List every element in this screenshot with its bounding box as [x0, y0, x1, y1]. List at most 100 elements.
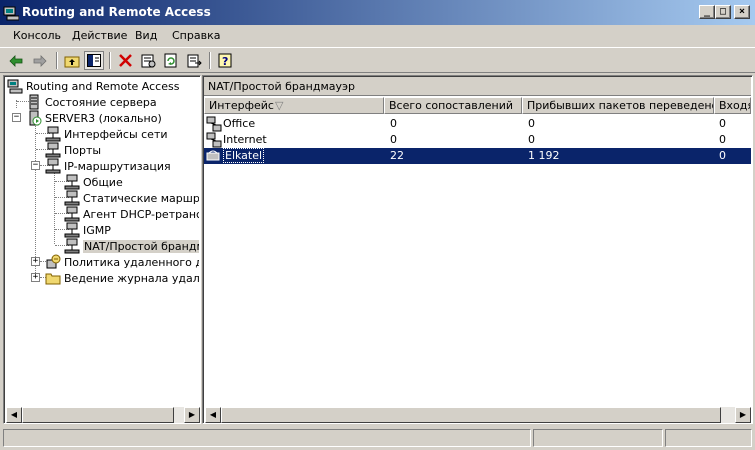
server-running-icon: [29, 110, 42, 126]
title-bar[interactable]: Routing and Remote Access _ □ ×: [0, 0, 755, 25]
up-level-button[interactable]: [62, 51, 82, 70]
export-list-button[interactable]: [184, 51, 204, 70]
tree-item-root[interactable]: Routing and Remote Access: [7, 78, 199, 94]
console-tree[interactable]: − − + + Routing and Remote Access Состоя…: [3, 75, 201, 424]
expand-policy-toggle[interactable]: +: [31, 257, 40, 266]
tree-connector: [35, 124, 36, 275]
properties-button[interactable]: [138, 51, 158, 70]
sort-arrow-icon: ▽: [275, 99, 284, 112]
toolbar: ?: [0, 47, 755, 73]
interface-name: Office: [223, 117, 256, 130]
expand-logging-toggle[interactable]: +: [31, 273, 40, 282]
menu-view[interactable]: Вид: [135, 29, 157, 42]
tree-label: Ведение журнала удаленного доступа: [64, 271, 199, 285]
tree-label: IGMP: [83, 223, 111, 237]
tree-item-general[interactable]: Общие: [64, 174, 199, 190]
table-row[interactable]: Office 0 0 0: [204, 116, 751, 132]
tree-item-interfaces[interactable]: Интерфейсы сети: [45, 126, 199, 142]
collapse-ip-toggle[interactable]: −: [31, 161, 40, 170]
network-interface-icon: [206, 116, 222, 132]
computer-icon: [7, 79, 23, 94]
list-horizontal-scrollbar[interactable]: ◀ ▶: [205, 407, 751, 423]
network-interfaces-icon: [45, 126, 61, 142]
result-pane-caption: NAT/Простой брандмауэр: [204, 77, 751, 96]
arrow-right-icon: [33, 54, 47, 67]
status-bar: [0, 427, 755, 450]
tree-label: Состояние сервера: [45, 95, 157, 109]
scroll-left-button[interactable]: ◀: [205, 407, 221, 423]
tree-label: SERVER3 (локально): [45, 111, 162, 125]
general-icon: [64, 174, 80, 190]
scroll-right-button[interactable]: ▶: [735, 407, 751, 423]
column-header-label: Интерфейс: [209, 99, 274, 112]
static-routes-icon: [64, 190, 80, 206]
menu-console[interactable]: Консоль: [13, 29, 61, 42]
minimize-button[interactable]: _: [699, 5, 715, 19]
close-button[interactable]: ×: [734, 5, 750, 19]
tree-item-server-status[interactable]: Состояние сервера: [26, 94, 199, 110]
help-icon: ?: [218, 53, 231, 68]
dhcp-relay-icon: [64, 206, 80, 222]
network-interface-icon: [206, 132, 222, 148]
refresh-icon: [164, 53, 177, 68]
ip-routing-icon: [45, 158, 61, 174]
folder-up-icon: [64, 56, 80, 67]
tree-label: Общие: [83, 175, 123, 189]
tree-item-ip-routing[interactable]: IP-маршрутизация: [45, 158, 199, 174]
scroll-thumb[interactable]: [22, 407, 174, 423]
table-row[interactable]: Internet 0 0 0: [204, 132, 751, 148]
tree-label: Политика удаленного доступа: [64, 255, 199, 269]
total-mappings: 0: [390, 133, 397, 146]
tree-item-igmp[interactable]: IGMP: [64, 222, 199, 238]
arrow-left-icon: [9, 54, 23, 67]
interface-name: Elkatel: [223, 148, 265, 163]
show-hide-tree-button[interactable]: [84, 51, 104, 70]
tree-item-policy[interactable]: Политика удаленного доступа: [45, 254, 199, 270]
table-row-selected[interactable]: Elkatel 22 1 192 0: [204, 148, 751, 164]
toolbar-separator: [209, 52, 211, 69]
tree-item-logging[interactable]: Ведение журнала удаленного доступа: [45, 270, 199, 286]
tree-item-server[interactable]: SERVER3 (локально): [26, 110, 199, 126]
column-header-translated[interactable]: Прибывших пакетов переведено: [522, 97, 714, 114]
scroll-left-button[interactable]: ◀: [6, 407, 22, 423]
tree-label: Интерфейсы сети: [64, 127, 168, 141]
forward-button[interactable]: [30, 51, 50, 70]
column-header-interface[interactable]: Интерфейс ▽: [204, 97, 384, 114]
menu-bar: Консоль Действие Вид Справка: [0, 26, 755, 47]
routing-app-icon[interactable]: [3, 5, 19, 21]
window-title: Routing and Remote Access: [22, 5, 211, 19]
tree-label: Routing and Remote Access: [26, 79, 180, 93]
scroll-thumb[interactable]: [221, 407, 721, 423]
tree-item-dhcp-relay[interactable]: Агент DHCP-ретрансляции: [64, 206, 199, 222]
tree-horizontal-scrollbar[interactable]: ◀ ▶: [6, 407, 200, 423]
total-mappings: 0: [390, 117, 397, 130]
tree-item-static-routes[interactable]: Статические маршруты: [64, 190, 199, 206]
toolbar-separator: [56, 52, 58, 69]
igmp-icon: [64, 222, 80, 238]
back-button[interactable]: [6, 51, 26, 70]
refresh-button[interactable]: [161, 51, 181, 70]
scroll-right-button[interactable]: ▶: [184, 407, 200, 423]
properties-icon: [141, 54, 155, 67]
remote-access-policy-icon: [46, 254, 61, 269]
delete-button[interactable]: [115, 51, 135, 70]
column-header-rejected[interactable]: Входящих пакетов отброшено: [714, 97, 751, 114]
menu-help[interactable]: Справка: [172, 29, 220, 42]
rejected-packets: 0: [719, 133, 726, 146]
dialup-interface-icon: [206, 150, 220, 161]
translated-packets: 0: [528, 133, 535, 146]
column-header-total[interactable]: Всего сопоставлений: [384, 97, 522, 114]
nat-firewall-icon: [64, 238, 80, 254]
toolbar-separator: [109, 52, 111, 69]
tree-label: Статические маршруты: [83, 191, 199, 205]
tree-label: NAT/Простой брандмауэр: [83, 239, 199, 253]
maximize-button[interactable]: □: [715, 5, 731, 19]
rejected-packets: 0: [719, 149, 726, 162]
menu-action[interactable]: Действие: [72, 29, 127, 42]
tree-item-ports[interactable]: Порты: [45, 142, 199, 158]
help-button[interactable]: ?: [215, 51, 235, 70]
tree-label: Порты: [64, 143, 102, 157]
tree-item-nat[interactable]: NAT/Простой брандмауэр: [64, 238, 199, 254]
collapse-server-toggle[interactable]: −: [12, 113, 21, 122]
result-pane[interactable]: NAT/Простой брандмауэр Интерфейс ▽ Всего…: [202, 75, 753, 424]
